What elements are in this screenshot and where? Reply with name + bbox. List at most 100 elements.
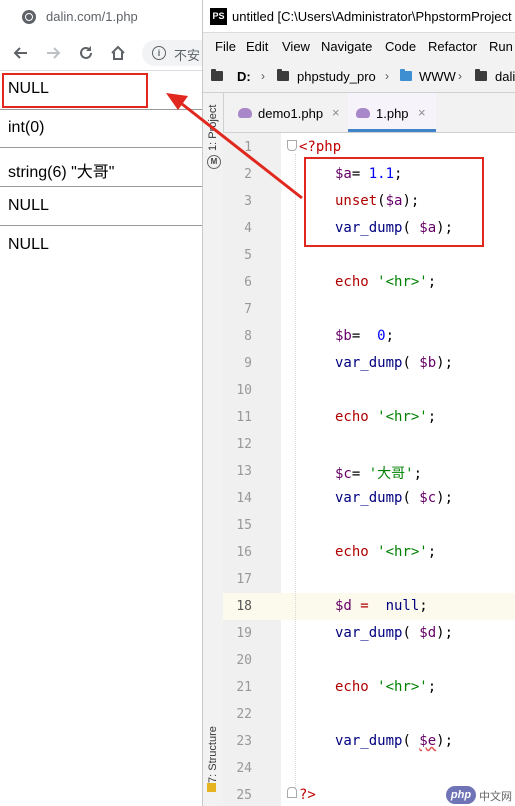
menu-bar: File Edit View Navigate Code Refactor Ru… <box>203 33 515 60</box>
code-token: ; <box>385 328 395 344</box>
code-line: echo '<hr>'; <box>335 679 436 695</box>
code-token: 0 <box>377 328 386 344</box>
code-token: ( <box>402 490 420 506</box>
line-number: 15 <box>236 518 252 533</box>
breadcrumb-drive[interactable]: D: <box>237 69 251 84</box>
code-token: echo <box>335 679 369 695</box>
breadcrumb-dalin[interactable]: dali <box>495 69 515 84</box>
menu-refactor[interactable]: Refactor <box>428 39 477 54</box>
code-token: ; <box>427 679 437 695</box>
output-line: string(6) "大哥" <box>8 164 115 181</box>
code-line: echo '<hr>'; <box>335 544 436 560</box>
php-file-icon <box>238 108 252 118</box>
editor-tabs: demo1.php × 1.php × <box>224 93 515 133</box>
line-number: 23 <box>236 734 252 749</box>
code-token: var_dump <box>335 355 403 371</box>
code-token: $c <box>335 466 352 482</box>
php-logo: php <box>446 786 476 804</box>
line-number-current: 18 <box>236 599 252 614</box>
code-token: $d <box>419 625 437 641</box>
chevron-right-icon: › <box>261 69 265 83</box>
hr-divider <box>0 147 202 148</box>
security-status-text: 不安 <box>174 48 201 63</box>
close-icon[interactable]: × <box>332 105 340 120</box>
line-number: 19 <box>236 626 252 641</box>
code-token: '大哥' <box>368 466 414 482</box>
code-token: $d <box>335 598 352 614</box>
indent-guide <box>295 154 296 794</box>
highlight-box-code <box>304 157 484 247</box>
line-number: 4 <box>244 221 252 236</box>
line-number: 2 <box>244 167 252 182</box>
tab-demo1[interactable]: demo1.php × <box>224 93 348 132</box>
code-token: ); <box>436 625 454 641</box>
hr-divider <box>0 186 202 187</box>
breadcrumb-www[interactable]: WWW <box>419 69 456 84</box>
output-line: int(0) <box>8 119 45 136</box>
tab-label: demo1.php <box>258 106 324 121</box>
menu-view[interactable]: View <box>282 39 310 54</box>
folder-icon <box>475 69 487 81</box>
output-line: NULL <box>8 236 49 253</box>
menu-run[interactable]: Run <box>489 39 513 54</box>
fold-marker-icon[interactable] <box>287 787 297 798</box>
code-line: $b= 0; <box>335 328 394 344</box>
code-token: '<hr>' <box>377 409 428 425</box>
watermark-text: 中文网 <box>479 791 512 803</box>
forward-arrow-icon[interactable] <box>40 40 66 66</box>
browser-tab[interactable]: dalin.com/1.php <box>0 0 202 36</box>
folder-icon <box>211 69 223 81</box>
hr-divider <box>0 109 202 110</box>
code-token: null <box>385 598 420 614</box>
folder-icon <box>400 69 412 81</box>
phpstorm-logo-icon: PS <box>210 8 227 25</box>
tab-1php[interactable]: 1.php × <box>348 93 436 132</box>
code-token: ); <box>436 490 454 506</box>
fold-marker-icon[interactable] <box>287 140 297 151</box>
folder-icon <box>277 69 289 81</box>
menu-navigate[interactable]: Navigate <box>321 39 372 54</box>
output-line: NULL <box>8 197 49 214</box>
home-icon[interactable] <box>105 40 131 66</box>
code-line: var_dump( $c); <box>335 490 453 506</box>
code-token: ( <box>402 625 420 641</box>
close-icon[interactable]: × <box>418 105 426 120</box>
menu-edit[interactable]: Edit <box>246 39 268 54</box>
globe-icon <box>22 10 36 24</box>
line-number: 5 <box>244 248 252 263</box>
code-token: ; <box>427 544 437 560</box>
code-token: ; <box>427 274 437 290</box>
code-token: $b <box>419 355 437 371</box>
php-file-icon <box>356 108 370 118</box>
line-number: 14 <box>236 491 252 506</box>
line-number: 24 <box>236 761 252 776</box>
menu-file[interactable]: File <box>215 39 236 54</box>
code-token: ; <box>427 409 437 425</box>
php-close-tag: ?> <box>299 787 316 803</box>
line-number: 22 <box>236 707 252 722</box>
browser-toolbar: i 不安 <box>0 36 202 71</box>
chevron-right-icon: › <box>385 69 389 83</box>
line-number: 7 <box>244 302 252 317</box>
back-arrow-icon[interactable] <box>8 40 34 66</box>
breadcrumb-phpstudy[interactable]: phpstudy_pro <box>297 69 376 84</box>
info-icon[interactable]: i <box>152 46 166 60</box>
code-token: '<hr>' <box>377 679 428 695</box>
line-number: 1 <box>244 140 252 155</box>
structure-icon <box>207 783 216 792</box>
reload-icon[interactable] <box>73 40 99 66</box>
code-line: ?> <box>299 787 316 803</box>
line-number: 12 <box>236 437 252 452</box>
line-number: 8 <box>244 329 252 344</box>
breadcrumb: D: › phpstudy_pro › WWW › dali <box>203 60 515 93</box>
code-token: ( <box>402 355 420 371</box>
code-token: $b <box>335 328 352 344</box>
code-token: ; <box>419 598 428 614</box>
code-token: echo <box>335 274 369 290</box>
code-token: ); <box>436 733 454 749</box>
code-line: $c= '大哥'; <box>335 463 422 483</box>
code-token: = <box>351 598 386 614</box>
menu-code[interactable]: Code <box>385 39 416 54</box>
address-bar[interactable]: i 不安 <box>142 40 202 66</box>
code-token: var_dump <box>335 733 403 749</box>
